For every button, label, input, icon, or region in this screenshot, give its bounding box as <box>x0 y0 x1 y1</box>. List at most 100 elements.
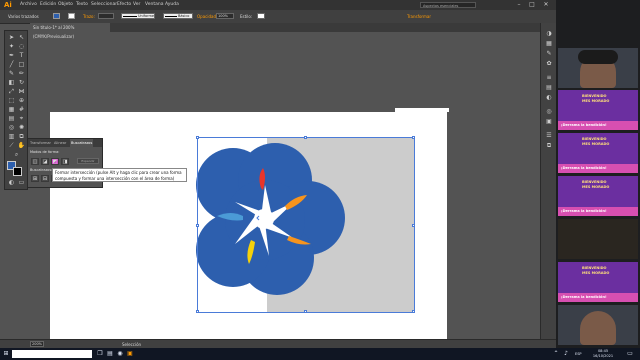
promo-tile-4[interactable]: BIENVENIDO MES MORADO ¡Derrama la bendic… <box>558 262 638 302</box>
resize-handle-tr[interactable] <box>412 136 415 139</box>
gradient-tool-icon[interactable]: ▤ <box>7 115 16 123</box>
clock[interactable]: 08:45 16/10/2021 <box>590 349 616 359</box>
graphic-styles-panel-icon[interactable]: ▣ <box>544 117 554 126</box>
artboard-tool-icon[interactable]: ⧉ <box>17 133 26 141</box>
resize-handle-b[interactable] <box>304 310 307 313</box>
gradient-panel-icon[interactable]: ▤ <box>544 83 554 92</box>
tab-transformar[interactable]: Transformar <box>30 139 51 147</box>
stroke-color-icon[interactable] <box>13 167 22 176</box>
resize-handle-r[interactable] <box>412 224 415 227</box>
fill-swatch[interactable] <box>53 13 60 19</box>
appearance-panel-icon[interactable]: ◎ <box>544 107 554 116</box>
menu-texto[interactable]: Texto <box>76 1 88 9</box>
illustrator-icon[interactable]: ▣ <box>126 350 134 358</box>
direct-selection-tool-icon[interactable]: ↖ <box>17 34 26 42</box>
divide-icon[interactable]: ⊞ <box>31 175 39 182</box>
menu-archivo[interactable]: Archivo <box>20 1 37 9</box>
lasso-tool-icon[interactable]: ◌ <box>17 43 26 51</box>
minimize-icon[interactable]: – <box>514 1 524 9</box>
mesh-tool-icon[interactable]: # <box>17 106 26 114</box>
network-icon[interactable]: ⌃ <box>552 350 560 358</box>
column-graph-tool-icon[interactable]: ▥ <box>7 133 16 141</box>
menu-efecto[interactable]: Efecto <box>117 1 131 9</box>
variable-width-profile[interactable]: Uniforme <box>121 13 155 19</box>
menu-ventana[interactable]: Ventana <box>145 1 163 9</box>
maximize-icon[interactable]: □ <box>527 1 537 9</box>
line-tool-icon[interactable]: ╱ <box>7 61 16 69</box>
tab-buscatrazos[interactable]: Buscatrazos <box>70 139 94 147</box>
transform-label[interactable]: Transformar <box>407 13 431 20</box>
selection-tool-icon[interactable]: ➤ <box>7 34 16 42</box>
promo-tile-2[interactable]: BIENVENIDO MES MORADO ¡Derrama la bendic… <box>558 133 638 173</box>
scale-tool-icon[interactable]: ⤢ <box>7 88 16 96</box>
resize-handle-br[interactable] <box>412 310 415 313</box>
participant-video-tile-2[interactable] <box>558 305 638 345</box>
slice-tool-icon[interactable]: ⟋ <box>7 142 16 150</box>
language-indicator[interactable]: ESP <box>575 350 582 358</box>
trim-icon[interactable]: ⊟ <box>41 175 49 182</box>
swatches-panel-icon[interactable]: ▦ <box>544 39 554 48</box>
pen-tool-icon[interactable]: ✒ <box>7 52 16 60</box>
unite-icon[interactable]: ◫ <box>31 158 39 165</box>
brushes-panel-icon[interactable]: ✎ <box>544 49 554 58</box>
brush-definition[interactable]: Básico <box>163 13 193 19</box>
screen-mode-icon[interactable]: ▭ <box>17 179 26 187</box>
zoom-field[interactable]: 200% <box>30 341 44 347</box>
file-explorer-icon[interactable]: ▤ <box>106 350 114 358</box>
graphic-style-swatch[interactable] <box>257 13 265 19</box>
layers-panel-icon[interactable]: ☰ <box>544 131 554 140</box>
resize-handle-l[interactable] <box>196 224 199 227</box>
expand-button[interactable]: Expandir <box>77 158 99 164</box>
eyedropper-tool-icon[interactable]: ⌖ <box>17 115 26 123</box>
participant-video-tile-dark[interactable] <box>558 219 638 259</box>
volume-icon[interactable]: ♪ <box>562 350 570 358</box>
width-tool-icon[interactable]: ⋈ <box>17 88 26 96</box>
resize-handle-bl[interactable] <box>196 310 199 313</box>
menu-objeto[interactable]: Objeto <box>58 1 73 9</box>
exclude-icon[interactable]: ◨ <box>61 158 69 165</box>
zoom-tool-icon[interactable]: ⌕ <box>12 151 21 159</box>
stroke-swatch[interactable] <box>68 13 75 19</box>
shape-builder-tool-icon[interactable]: ⊕ <box>17 97 26 105</box>
opacity-field[interactable]: 100% <box>216 13 234 19</box>
rectangle-tool-icon[interactable]: □ <box>17 61 26 69</box>
stroke-panel-icon[interactable]: ≡ <box>544 73 554 82</box>
type-tool-icon[interactable]: T <box>17 52 26 60</box>
resize-handle-tl[interactable] <box>196 136 199 139</box>
draw-mode-icon[interactable]: ◐ <box>7 179 16 187</box>
minus-front-icon[interactable]: ◪ <box>41 158 49 165</box>
blend-tool-icon[interactable]: ◎ <box>7 124 16 132</box>
close-icon[interactable]: ✕ <box>541 1 551 9</box>
menu-ver[interactable]: Ver <box>133 1 140 9</box>
stroke-weight-field[interactable] <box>98 13 114 19</box>
menu-ayuda[interactable]: Ayuda <box>165 1 179 9</box>
resize-handle-t[interactable] <box>304 136 307 139</box>
free-transform-tool-icon[interactable]: ⬚ <box>7 97 16 105</box>
color-panel-icon[interactable]: ◑ <box>544 29 554 38</box>
stroke-label[interactable]: Trazo: <box>83 13 95 20</box>
start-icon[interactable]: ⊞ <box>2 350 10 358</box>
symbol-sprayer-tool-icon[interactable]: ✺ <box>17 124 26 132</box>
task-view-icon[interactable]: ❐ <box>96 350 104 358</box>
hand-tool-icon[interactable]: ✋ <box>17 142 26 150</box>
symbols-panel-icon[interactable]: ✿ <box>544 59 554 68</box>
menu-edicion[interactable]: Edición <box>40 1 56 9</box>
artboards-panel-icon[interactable]: ⧉ <box>544 141 554 150</box>
pencil-tool-icon[interactable]: ✏ <box>17 70 26 78</box>
opacity-label[interactable]: Opacidad: <box>197 13 217 20</box>
rotate-tool-icon[interactable]: ↻ <box>17 79 26 87</box>
workspace-switcher[interactable]: Aspectos esenciales <box>420 2 476 8</box>
intersect-icon[interactable]: ◩ <box>51 158 59 165</box>
promo-tile-1[interactable]: BIENVENIDO MES MORADO ¡Derrama la bendic… <box>558 90 638 130</box>
perspective-grid-tool-icon[interactable]: ▦ <box>7 106 16 114</box>
transparency-panel-icon[interactable]: ◐ <box>544 93 554 102</box>
selection-bounding-box[interactable] <box>196 136 415 313</box>
eraser-tool-icon[interactable]: ◧ <box>7 79 16 87</box>
promo-tile-3[interactable]: BIENVENIDO MES MORADO ¡Derrama la bendic… <box>558 176 638 216</box>
taskbar-search[interactable] <box>12 350 92 358</box>
notifications-icon[interactable]: ▭ <box>626 350 634 358</box>
menu-seleccionar[interactable]: Seleccionar <box>91 1 117 9</box>
tab-alinear[interactable]: Alinear <box>54 139 66 147</box>
chrome-icon[interactable]: ◉ <box>116 350 124 358</box>
magic-wand-tool-icon[interactable]: ✦ <box>7 43 16 51</box>
